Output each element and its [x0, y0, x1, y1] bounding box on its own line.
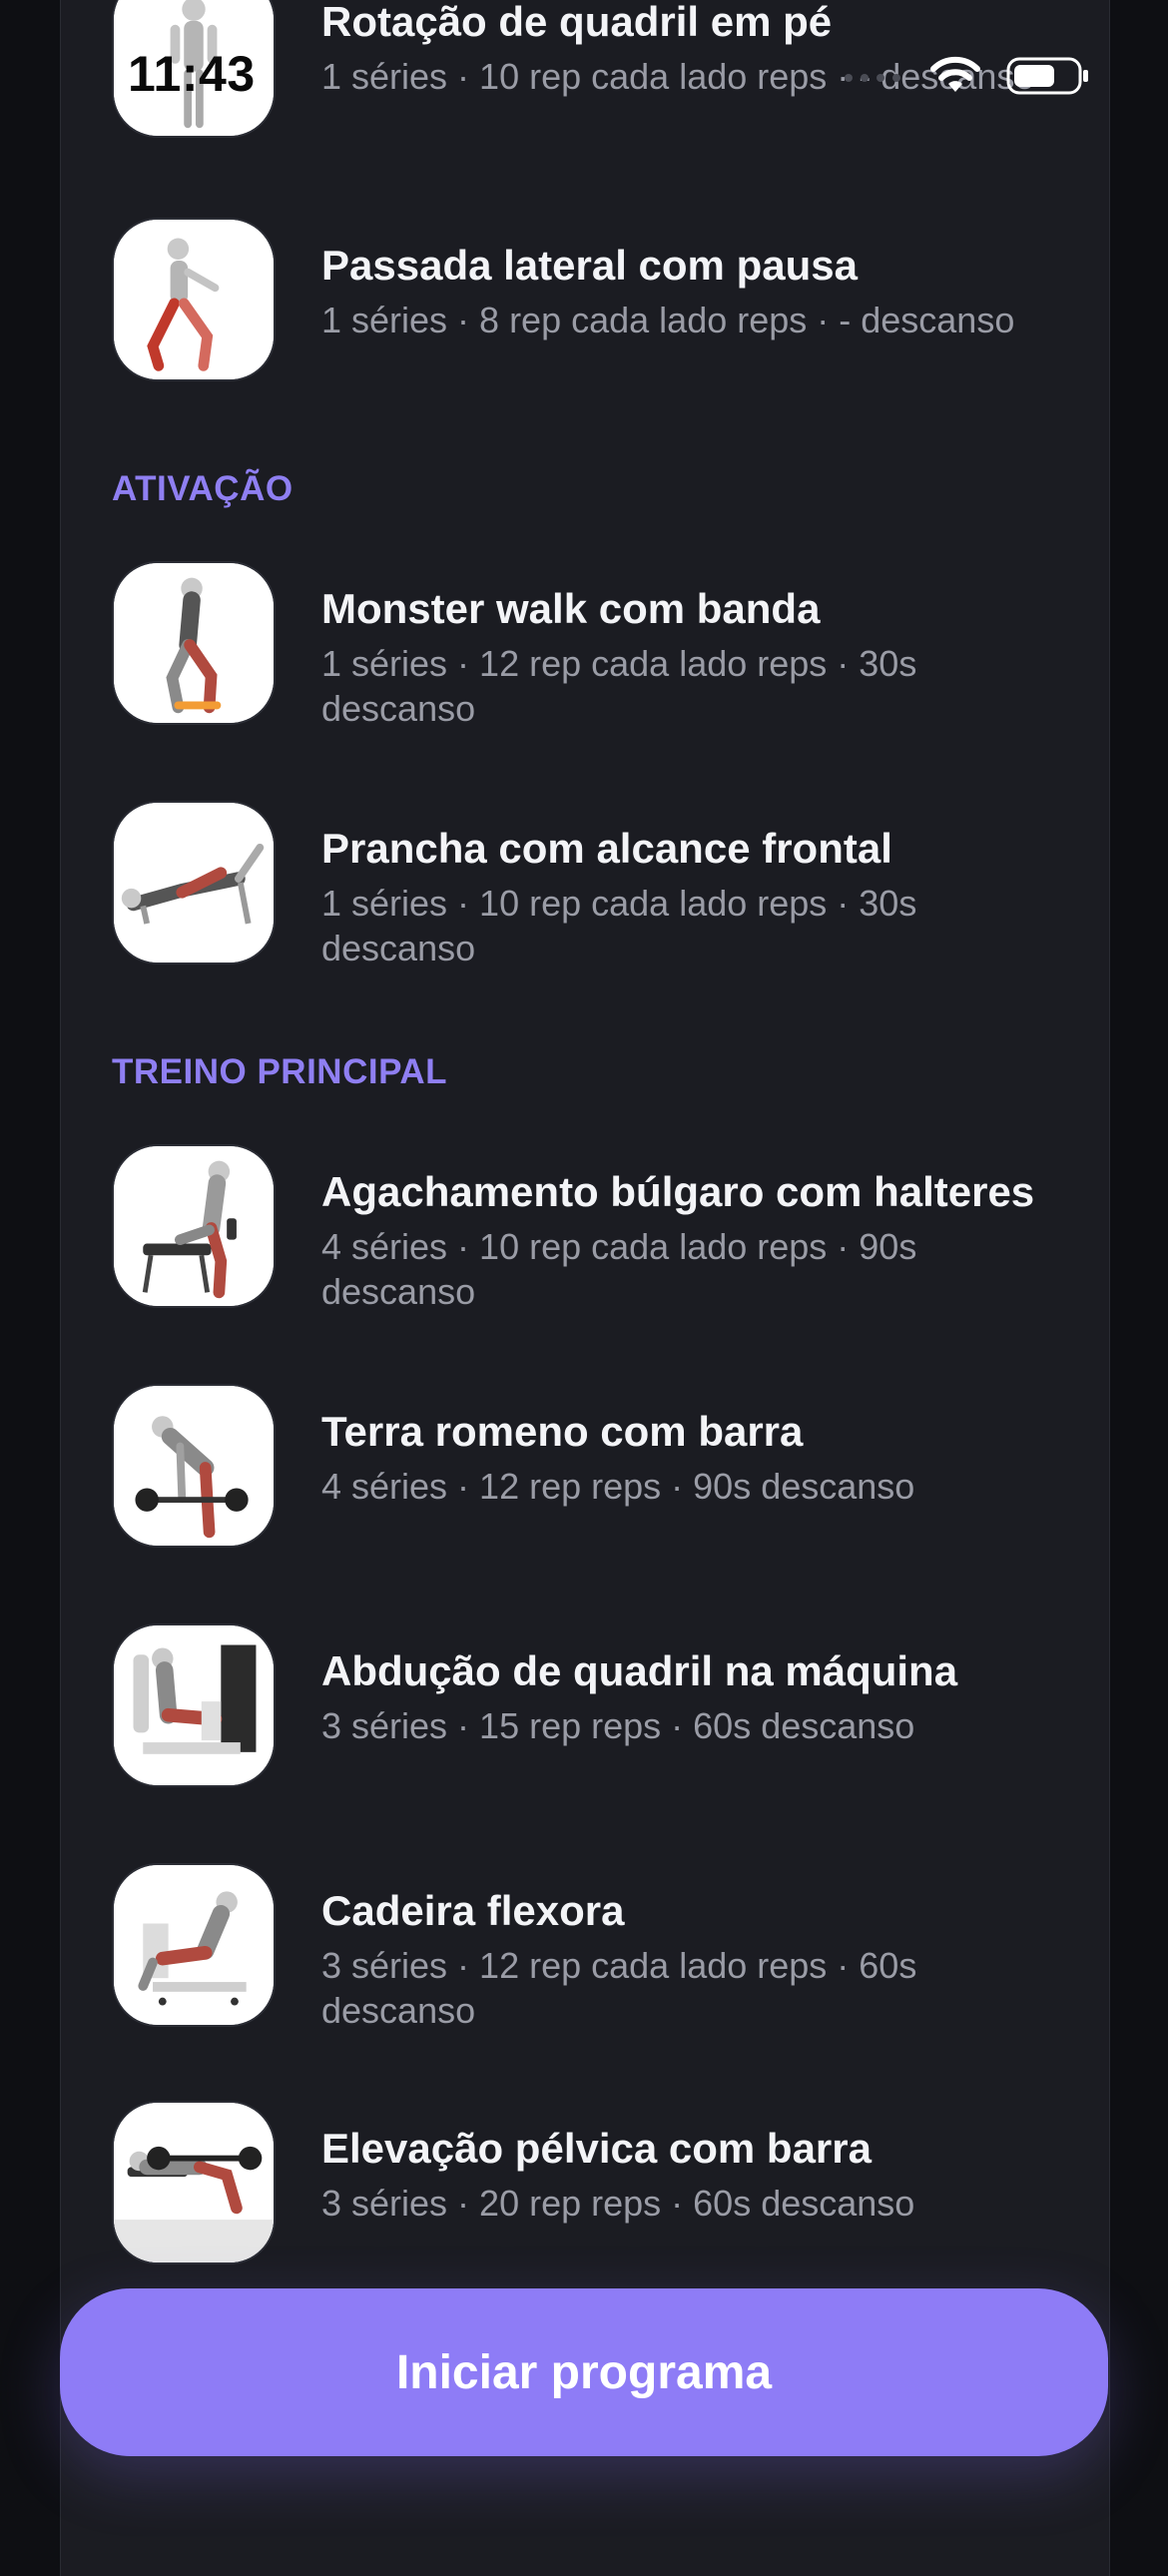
exercise-item[interactable]: Terra romeno com barra 4 séries · 12 rep… — [112, 1384, 1070, 1554]
exercise-thumbnail — [112, 1144, 276, 1308]
exercise-item[interactable]: Monster walk com banda 1 séries · 12 rep… — [112, 561, 1070, 731]
exercise-title: Cadeira flexora — [321, 1887, 625, 1934]
start-program-button[interactable]: Iniciar programa — [60, 2288, 1108, 2456]
section-heading-main-training: TREINO PRINCIPAL — [112, 1052, 447, 1091]
exercise-title: Prancha com alcance frontal — [321, 825, 892, 872]
exercise-thumbnail — [112, 218, 276, 381]
exercise-title: Terra romeno com barra — [321, 1408, 804, 1455]
exercise-item[interactable]: Cadeira flexora 3 séries · 12 rep cada l… — [112, 1863, 1070, 2033]
exercise-thumbnail — [112, 1863, 276, 2027]
start-program-label: Iniciar programa — [395, 2345, 773, 2399]
exercise-thumbnail — [112, 801, 276, 965]
exercise-item[interactable]: Passada lateral com pausa 1 séries · 8 r… — [112, 218, 1070, 387]
exercise-details: 4 séries · 12 rep reps · 90s descanso — [321, 1466, 915, 1507]
exercise-title: Passada lateral com pausa — [321, 242, 858, 289]
exercise-title: Monster walk com banda — [321, 585, 821, 632]
exercise-item[interactable]: Rotação de quadril em pé 1 séries · 10 r… — [112, 0, 1070, 144]
exercise-title: Elevação pélvica com barra — [321, 2125, 872, 2172]
exercise-details: 3 séries · 12 rep cada lado reps · 60s d… — [321, 1945, 917, 2031]
exercise-title: Abdução de quadril na máquina — [321, 1647, 958, 1694]
exercise-item[interactable]: Agachamento búlgaro com halteres 4 série… — [112, 1144, 1070, 1314]
exercise-thumbnail — [112, 1384, 276, 1548]
exercise-details: 3 séries · 15 rep reps · 60s descanso — [321, 1705, 915, 1746]
exercise-details: 1 séries · 10 rep cada lado reps · - des… — [321, 56, 1035, 97]
exercise-title: Rotação de quadril em pé — [321, 0, 833, 45]
exercise-title: Agachamento búlgaro com halteres — [321, 1168, 1035, 1215]
exercise-item[interactable]: Elevação pélvica com barra 3 séries · 20… — [112, 2101, 1070, 2270]
exercise-thumbnail — [112, 0, 276, 138]
exercise-item[interactable]: Prancha com alcance frontal 1 séries · 1… — [112, 801, 1070, 970]
section-heading-activation: ATIVAÇÃO — [112, 469, 293, 508]
exercise-thumbnail — [112, 2101, 276, 2264]
exercise-details: 1 séries · 10 rep cada lado reps · 30s d… — [321, 883, 917, 968]
exercise-thumbnail — [112, 1623, 276, 1787]
exercise-item[interactable]: Abdução de quadril na máquina 3 séries ·… — [112, 1623, 1070, 1793]
exercise-details: 1 séries · 12 rep cada lado reps · 30s d… — [321, 643, 917, 729]
exercise-details: 1 séries · 8 rep cada lado reps · - desc… — [321, 300, 1015, 340]
exercise-details: 3 séries · 20 rep reps · 60s descanso — [321, 2183, 915, 2224]
exercise-thumbnail — [112, 561, 276, 725]
exercise-details: 4 séries · 10 rep cada lado reps · 90s d… — [321, 1226, 917, 1312]
